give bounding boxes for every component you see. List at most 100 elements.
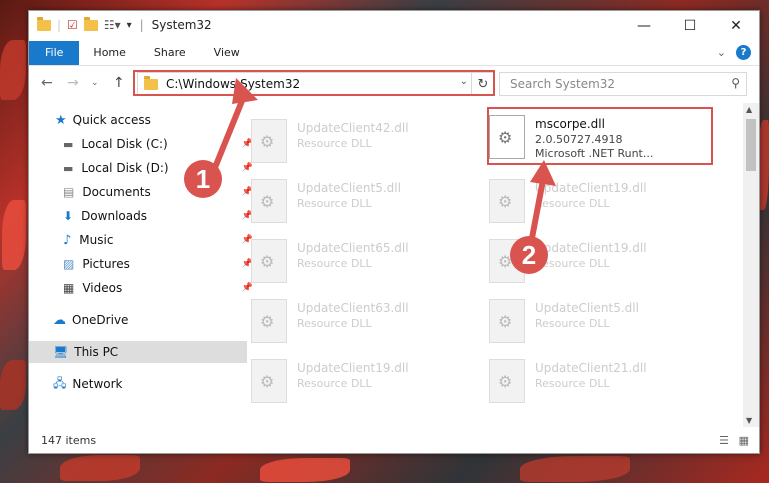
list-item[interactable]: UpdateClient5.dll Resource DLL xyxy=(477,293,707,349)
file-name: UpdateClient5.dll xyxy=(297,181,401,195)
list-item[interactable]: UpdateClient63.dll Resource DLL xyxy=(239,293,469,349)
videos-icon: ▦ xyxy=(63,281,75,295)
close-button[interactable]: ✕ xyxy=(713,11,759,41)
sidebar-item-label: This PC xyxy=(74,345,119,359)
file-description: Resource DLL xyxy=(297,197,372,210)
drive-icon: ▬ xyxy=(63,137,74,151)
background-leaf xyxy=(2,200,26,270)
sidebar-item-label: Pictures xyxy=(82,257,130,271)
dll-file-icon xyxy=(251,179,287,223)
dll-file-icon xyxy=(251,239,287,283)
new-folder-icon[interactable] xyxy=(83,16,98,31)
step-badge-2: 2 xyxy=(510,236,548,274)
list-item[interactable]: UpdateClient42.dll Resource DLL xyxy=(239,113,469,169)
highlight-box-address xyxy=(133,70,495,96)
sidebar-item-videos[interactable]: ▦ Videos 📌 xyxy=(29,277,257,299)
star-icon: ★ xyxy=(55,112,67,128)
file-description: Resource DLL xyxy=(297,317,372,330)
file-description: Resource DLL xyxy=(535,377,610,390)
sidebar-item-label: Local Disk (C:) xyxy=(81,137,168,151)
file-list: UpdateClient42.dll Resource DLL UpdateCl… xyxy=(239,103,743,427)
sidebar-item-label: Local Disk (D:) xyxy=(81,161,169,175)
minimize-button[interactable]: — xyxy=(621,11,667,41)
sidebar-item-music[interactable]: ♪ Music 📌 xyxy=(29,229,257,251)
expand-ribbon-icon[interactable]: ⌄ xyxy=(717,46,726,59)
dll-file-icon xyxy=(489,299,525,343)
background-leaf xyxy=(0,360,26,410)
search-input[interactable]: Search System32 ⚲ xyxy=(499,72,747,96)
sidebar-item-this-pc[interactable]: 🖥 This PC xyxy=(29,341,247,363)
customize-icon[interactable]: ☷▾ xyxy=(104,18,121,32)
navigation-bar: ← → ⌄ ↑ C:\Windows\System32 ⌄ ↻ Search S… xyxy=(29,67,759,99)
file-description: Resource DLL xyxy=(297,377,372,390)
highlight-box-file xyxy=(487,107,713,165)
background-leaf xyxy=(60,455,140,481)
large-icons-view-icon[interactable]: ▦ xyxy=(739,434,749,447)
quick-access-toolbar: | ☑ ☷▾ ▾ | System32 xyxy=(37,16,212,32)
list-item[interactable]: UpdateClient5.dll Resource DLL xyxy=(239,173,469,229)
network-icon: 🖧 xyxy=(53,375,67,390)
vertical-scrollbar[interactable]: ▲ ▼ xyxy=(743,103,759,427)
sidebar-item-downloads[interactable]: ⬇ Downloads 📌 xyxy=(29,205,257,227)
details-view-icon[interactable]: ☰ xyxy=(719,434,729,447)
sidebar-item-quick-access[interactable]: ★ Quick access xyxy=(29,109,249,131)
tab-view[interactable]: View xyxy=(200,41,254,65)
dll-file-icon xyxy=(251,359,287,403)
file-name: UpdateClient42.dll xyxy=(297,121,409,135)
scroll-down-icon[interactable]: ▼ xyxy=(746,416,752,425)
sidebar-item-label: Downloads xyxy=(81,209,147,223)
maximize-button[interactable]: ☐ xyxy=(667,11,713,41)
music-icon: ♪ xyxy=(63,232,72,248)
sidebar-item-local-disk-d[interactable]: ▬ Local Disk (D:) 📌 xyxy=(29,157,257,179)
file-description: Resource DLL xyxy=(535,197,610,210)
navigation-pane: ★ Quick access ▬ Local Disk (C:) 📌 ▬ Loc… xyxy=(29,103,253,427)
download-icon: ⬇ xyxy=(63,209,74,223)
sidebar-item-local-disk-c[interactable]: ▬ Local Disk (C:) 📌 xyxy=(29,133,257,155)
scroll-up-icon[interactable]: ▲ xyxy=(746,105,752,114)
file-name: UpdateClient19.dll xyxy=(297,361,409,375)
list-item[interactable]: UpdateClient19.dll Resource DLL xyxy=(239,353,469,409)
sidebar-item-network[interactable]: 🖧 Network xyxy=(29,373,247,395)
file-name: UpdateClient19.dll xyxy=(535,181,647,195)
up-arrow-icon[interactable]: ↑ xyxy=(113,75,125,91)
file-description: Resource DLL xyxy=(535,317,610,330)
file-description: Resource DLL xyxy=(297,137,372,150)
window-controls: — ☐ ✕ xyxy=(621,11,759,41)
step-badge-1: 1 xyxy=(184,160,222,198)
back-arrow-icon[interactable]: ← xyxy=(41,75,53,91)
status-bar: 147 items ☰ ▦ xyxy=(29,427,759,453)
background-leaf xyxy=(260,458,350,482)
sidebar-item-label: Quick access xyxy=(72,113,151,127)
dll-file-icon xyxy=(489,359,525,403)
recent-locations-icon[interactable]: ⌄ xyxy=(91,78,99,88)
item-count: 147 items xyxy=(41,433,97,447)
list-item[interactable]: UpdateClient19.dll Resource DLL xyxy=(477,173,707,229)
sidebar-item-pictures[interactable]: ▨ Pictures 📌 xyxy=(29,253,257,275)
file-name: UpdateClient5.dll xyxy=(535,301,639,315)
dll-file-icon xyxy=(489,179,525,223)
search-icon[interactable]: ⚲ xyxy=(731,76,740,90)
dll-file-icon xyxy=(251,299,287,343)
drive-icon: ▬ xyxy=(63,161,74,175)
explorer-window: | ☑ ☷▾ ▾ | System32 — ☐ ✕ File Home Shar… xyxy=(28,10,760,454)
file-name: UpdateClient21.dll xyxy=(535,361,647,375)
background-leaf xyxy=(0,40,26,100)
scroll-thumb[interactable] xyxy=(746,119,756,171)
help-icon[interactable]: ? xyxy=(736,45,751,60)
sidebar-item-onedrive[interactable]: ☁ OneDrive xyxy=(29,309,247,331)
tab-file[interactable]: File xyxy=(29,41,80,65)
separator: | xyxy=(139,18,144,32)
documents-icon: ▤ xyxy=(63,185,75,199)
sidebar-item-documents[interactable]: ▤ Documents 📌 xyxy=(29,181,257,203)
tab-home[interactable]: Home xyxy=(79,41,139,65)
cloud-icon: ☁ xyxy=(53,312,66,328)
properties-icon[interactable]: ☑ xyxy=(67,18,78,32)
sidebar-item-label: OneDrive xyxy=(72,313,129,327)
file-description: Resource DLL xyxy=(297,257,372,270)
list-item[interactable]: UpdateClient21.dll Resource DLL xyxy=(477,353,707,409)
tab-share[interactable]: Share xyxy=(140,41,200,65)
sidebar-item-label: Music xyxy=(79,233,114,247)
chevron-down-icon[interactable]: ▾ xyxy=(127,20,132,31)
forward-arrow-icon[interactable]: → xyxy=(67,75,79,91)
list-item[interactable]: UpdateClient65.dll Resource DLL xyxy=(239,233,469,289)
